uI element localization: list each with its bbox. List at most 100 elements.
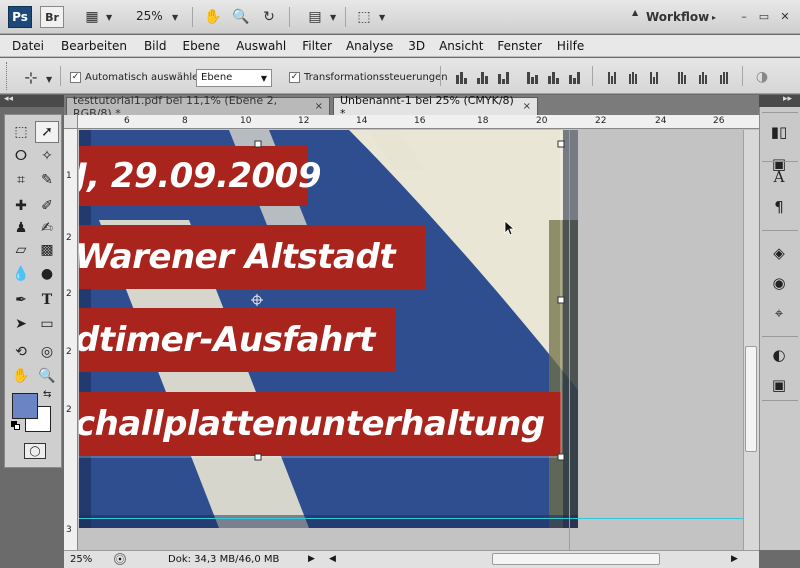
horizontal-guide[interactable]: [79, 518, 743, 519]
menu-analyse[interactable]: Analyse: [346, 39, 393, 53]
arrange-dropdown-icon[interactable]: ▼: [330, 13, 336, 22]
vertical-scrollbar[interactable]: [743, 130, 759, 550]
align-top-icon[interactable]: [453, 70, 469, 84]
hand-tool-icon[interactable]: ✋: [9, 365, 33, 387]
magic-wand-tool-icon[interactable]: ✧: [35, 145, 59, 167]
options-bar-grip[interactable]: [6, 62, 9, 90]
distribute-vertical-center-icon[interactable]: [625, 70, 641, 84]
swap-colors-icon[interactable]: ⇆: [43, 389, 51, 400]
quick-mask-button[interactable]: ◯: [24, 443, 46, 459]
distribute-left-icon[interactable]: [674, 70, 690, 84]
menu-bild[interactable]: Bild: [144, 39, 167, 53]
vertical-ruler[interactable]: 1 2 2 2 2 3: [64, 129, 78, 550]
auto-select-checkbox[interactable]: ✓: [70, 72, 81, 83]
minimize-button[interactable]: –: [736, 8, 752, 24]
align-right-icon[interactable]: [566, 70, 582, 84]
menu-3d[interactable]: 3D: [408, 39, 425, 53]
distribute-top-icon[interactable]: [604, 70, 620, 84]
healing-brush-tool-icon[interactable]: ✚: [9, 195, 33, 217]
move-tool-preset-icon[interactable]: ⊹: [20, 66, 42, 88]
align-bottom-icon[interactable]: [495, 70, 511, 84]
character-panel-icon[interactable]: A: [767, 166, 791, 188]
bridge-launch-button[interactable]: Br: [40, 6, 64, 28]
toolbox-collapse-strip[interactable]: ◂◂: [0, 94, 64, 107]
hand-tool-icon[interactable]: ✋: [203, 7, 223, 27]
rotate-view-icon[interactable]: ↻: [259, 7, 279, 27]
zoom-tool-icon[interactable]: 🔍: [231, 7, 251, 27]
path-selection-tool-icon[interactable]: ➤: [9, 313, 33, 335]
3d-orbit-tool-icon[interactable]: ◎: [35, 341, 59, 363]
workspace-menu-icon[interactable]: ▸: [712, 13, 716, 22]
3d-rotate-tool-icon[interactable]: ⟲: [9, 341, 33, 363]
move-tool-icon[interactable]: ➚: [35, 121, 59, 143]
tab-close-icon[interactable]: ×: [523, 101, 531, 112]
pen-tool-icon[interactable]: ✒: [9, 289, 33, 311]
masks-panel-icon[interactable]: ▣: [767, 374, 791, 396]
gradient-tool-icon[interactable]: ▩: [35, 239, 59, 261]
vertical-guide[interactable]: [569, 130, 570, 550]
menu-hilfe[interactable]: Hilfe: [557, 39, 584, 53]
tab-unbenannt[interactable]: Unbenannt-1 bei 25% (CMYK/8) * ×: [333, 94, 538, 120]
auto-align-layers-icon[interactable]: ◑: [752, 67, 772, 87]
view-extras-icon[interactable]: ▦: [82, 7, 102, 27]
screen-mode-icon[interactable]: ⬚: [354, 7, 374, 27]
histogram-panel-icon[interactable]: ▮▯: [767, 121, 791, 143]
zoom-dropdown-icon[interactable]: ▼: [172, 13, 178, 22]
menu-ebene[interactable]: Ebene: [182, 39, 220, 53]
shape-tool-icon[interactable]: ▭: [35, 313, 59, 335]
workspace-dropdown-icon[interactable]: ▲: [632, 8, 638, 17]
menu-filter[interactable]: Filter: [302, 39, 332, 53]
blur-tool-icon[interactable]: 💧: [9, 263, 33, 285]
type-tool-icon[interactable]: T: [35, 289, 59, 311]
screen-mode-dropdown-icon[interactable]: ▼: [379, 13, 385, 22]
restore-button[interactable]: ▭: [756, 8, 772, 24]
horizontal-scrollbar-thumb[interactable]: [492, 553, 660, 565]
align-vertical-center-icon[interactable]: [474, 70, 490, 84]
auto-select-target-select[interactable]: Ebene ▼: [196, 69, 272, 87]
tool-preset-dropdown-icon[interactable]: ▼: [46, 75, 52, 84]
paragraph-panel-icon[interactable]: ¶: [767, 196, 791, 218]
dock-expand-strip[interactable]: ▸▸: [759, 94, 800, 107]
tab-testtutorial[interactable]: testtutorial1.pdf bei 11,1% (Ebene 2, RG…: [66, 94, 330, 120]
menu-ansicht[interactable]: Ansicht: [439, 39, 483, 53]
layers-panel-icon[interactable]: ◈: [767, 242, 791, 264]
clone-stamp-tool-icon[interactable]: ♟: [9, 217, 33, 239]
workspace-switcher[interactable]: Workflow: [646, 10, 709, 24]
status-zoom-field[interactable]: 25%: [70, 554, 92, 565]
distribute-bottom-icon[interactable]: [646, 70, 662, 84]
close-button[interactable]: ✕: [777, 8, 793, 24]
status-menu-arrow-icon[interactable]: ▶: [308, 554, 315, 564]
menu-datei[interactable]: Datei: [12, 39, 44, 53]
collapse-left-icon[interactable]: ◂◂: [4, 94, 13, 104]
zoom-tool-icon[interactable]: 🔍: [35, 365, 59, 387]
foreground-color-swatch[interactable]: [12, 393, 38, 419]
dodge-tool-icon[interactable]: ●: [35, 263, 59, 285]
menu-fenster[interactable]: Fenster: [497, 39, 542, 53]
status-info-icon[interactable]: ⦿: [114, 553, 126, 565]
brush-tool-icon[interactable]: ✐: [35, 195, 59, 217]
distribute-horizontal-center-icon[interactable]: [695, 70, 711, 84]
arrange-documents-icon[interactable]: ▤: [305, 7, 325, 27]
scroll-left-icon[interactable]: ◀: [329, 554, 336, 564]
align-left-icon[interactable]: [524, 70, 540, 84]
align-horizontal-center-icon[interactable]: [545, 70, 561, 84]
tab-close-icon[interactable]: ×: [315, 101, 323, 112]
crop-tool-icon[interactable]: ⌗: [9, 169, 33, 191]
menu-bearbeiten[interactable]: Bearbeiten: [61, 39, 127, 53]
transform-controls-checkbox[interactable]: ✓: [289, 72, 300, 83]
paths-panel-icon[interactable]: ⌖: [767, 302, 791, 324]
marquee-tool-icon[interactable]: ⬚: [9, 121, 33, 143]
distribute-right-icon[interactable]: [716, 70, 732, 84]
scroll-right-icon[interactable]: ▶: [731, 554, 738, 564]
eyedropper-tool-icon[interactable]: ✎: [35, 169, 59, 191]
channels-panel-icon[interactable]: ◉: [767, 272, 791, 294]
default-colors-icon[interactable]: [11, 421, 21, 431]
zoom-level-select[interactable]: 25%: [136, 9, 163, 23]
menu-auswahl[interactable]: Auswahl: [236, 39, 286, 53]
ruler-origin[interactable]: [64, 115, 78, 129]
vertical-scrollbar-thumb[interactable]: [745, 346, 757, 452]
adjustments-panel-icon[interactable]: ◐: [767, 344, 791, 366]
eraser-tool-icon[interactable]: ▱: [9, 239, 33, 261]
transform-bounding-box[interactable]: [79, 130, 578, 528]
expand-panels-icon[interactable]: ▸▸: [783, 94, 792, 104]
